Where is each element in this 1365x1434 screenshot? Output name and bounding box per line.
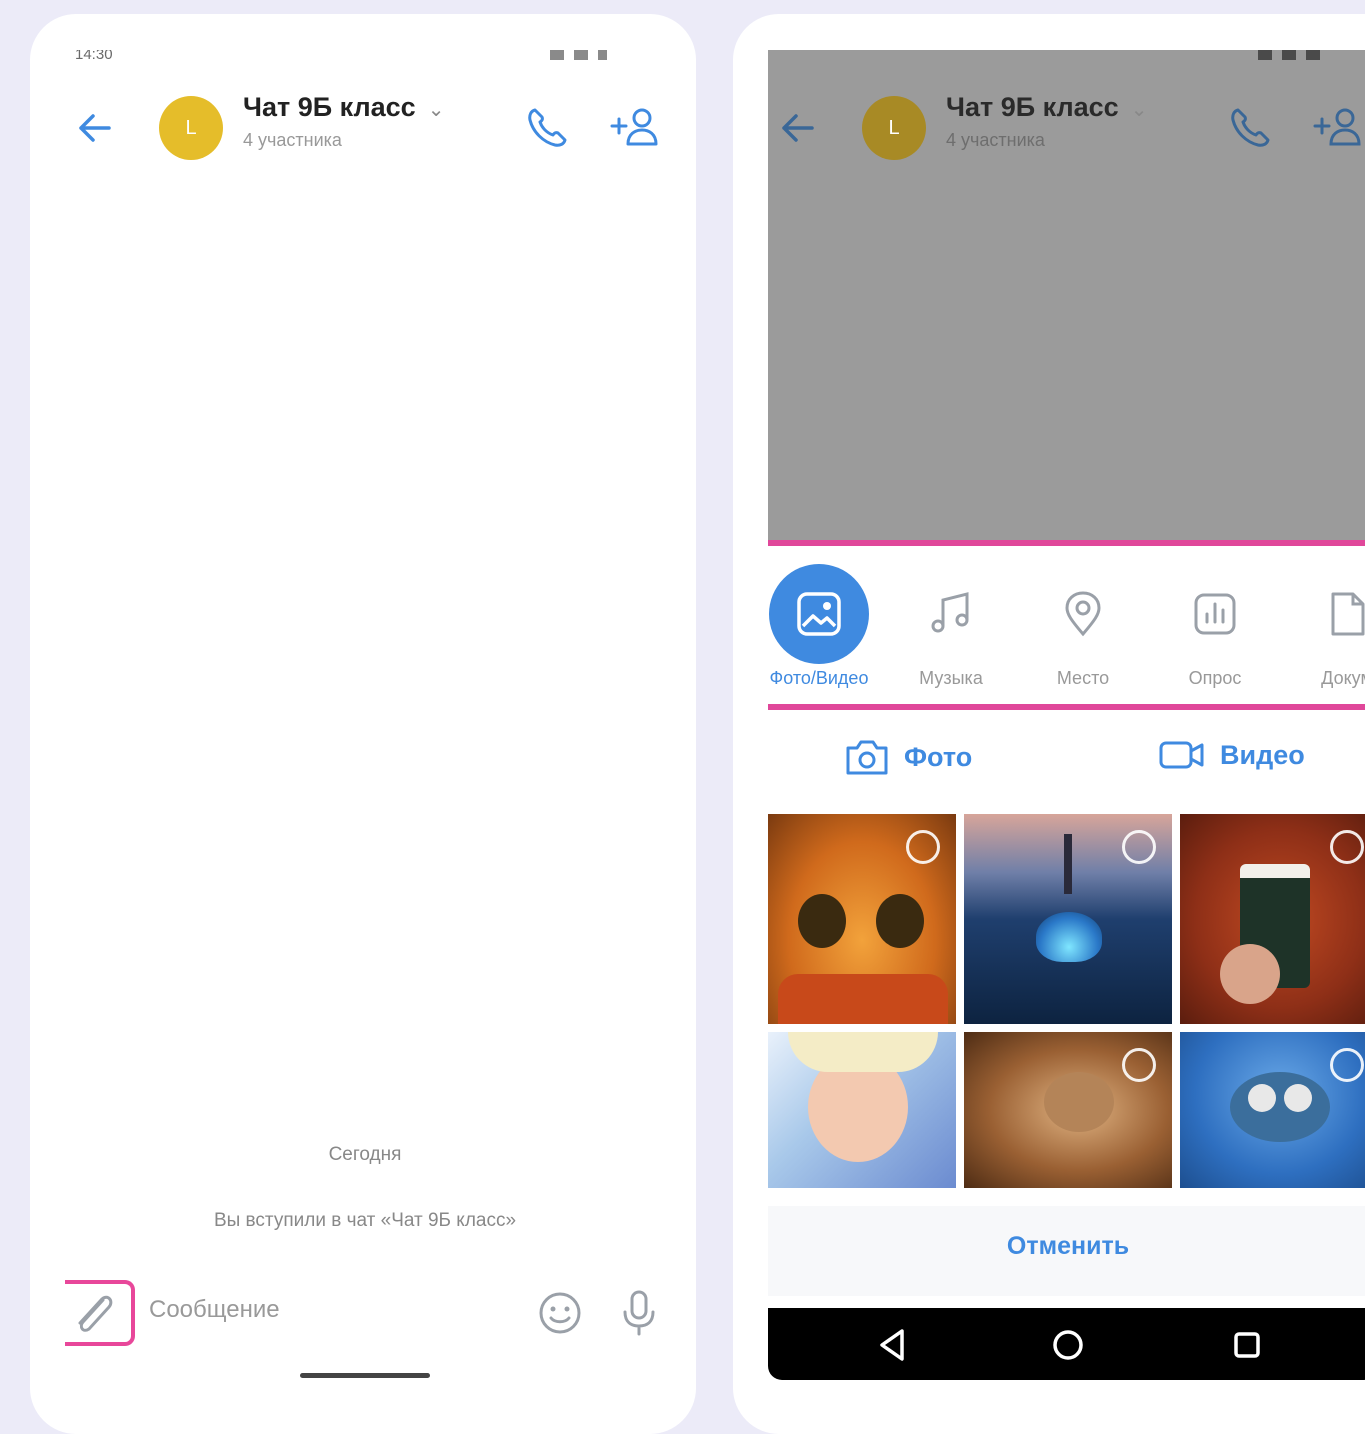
phone-call-icon[interactable] — [523, 104, 571, 152]
media-source-tabs: Фото Видео — [768, 726, 1365, 810]
chat-screen: 14:30 L Чат 9Б класс ⌄ 4 участника Сегодн… — [65, 50, 665, 1380]
attach-type-label: Опрос — [1188, 668, 1242, 688]
nav-back-icon[interactable] — [870, 1322, 916, 1368]
gallery-photo[interactable] — [1180, 814, 1365, 1024]
wifi-icon — [1282, 50, 1296, 60]
chat-avatar[interactable]: L — [159, 96, 223, 160]
cancel-row: Отменить — [768, 1206, 1365, 1296]
attach-type-document[interactable]: Докум — [1282, 564, 1365, 689]
status-icons — [1258, 50, 1320, 60]
take-photo-button[interactable]: Фото — [844, 738, 972, 776]
attach-type-poll[interactable]: Опрос — [1150, 564, 1280, 689]
document-icon — [1297, 564, 1365, 664]
chat-header: L Чат 9Б класс ⌄ 4 участника — [65, 80, 665, 180]
phone-call-icon — [1231, 108, 1270, 147]
signal-icon — [550, 50, 564, 60]
take-video-label: Видео — [1220, 739, 1305, 770]
attach-type-label: Музыка — [919, 668, 983, 688]
battery-icon — [598, 50, 607, 60]
dimmed-chat-background[interactable]: L Чат 9Б класс ⌄ 4 участника — [768, 50, 1365, 540]
right-phone-card: L Чат 9Б класс ⌄ 4 участника Фото/Видео — [733, 14, 1365, 1434]
take-video-button[interactable]: Видео — [1158, 738, 1305, 772]
system-message: Вы вступили в чат «Чат 9Б класс» — [213, 1210, 517, 1231]
emoji-icon[interactable] — [537, 1290, 583, 1336]
gallery-photo[interactable] — [768, 1032, 956, 1188]
microphone-icon[interactable] — [617, 1288, 661, 1338]
chat-title-row: Чат 9Б класс ⌄ — [946, 92, 1147, 123]
chevron-down-icon: ⌄ — [427, 99, 445, 121]
chevron-down-icon: ⌄ — [1130, 99, 1148, 121]
attach-type-music[interactable]: Музыка — [886, 564, 1016, 689]
left-phone-card: 14:30 L Чат 9Б класс ⌄ 4 участника Сегодн… — [30, 14, 696, 1434]
chat-header: L Чат 9Б класс ⌄ 4 участника — [768, 80, 1365, 180]
chat-avatar: L — [862, 96, 926, 160]
chat-title-row[interactable]: Чат 9Б класс ⌄ — [243, 92, 444, 123]
cancel-button[interactable]: Отменить — [768, 1232, 1365, 1261]
chat-member-count: 4 участника — [946, 130, 1045, 150]
gallery-photo[interactable] — [1180, 1032, 1365, 1188]
add-member-icon — [1313, 108, 1361, 146]
attach-sheet-screen: L Чат 9Б класс ⌄ 4 участника Фото/Видео — [768, 50, 1365, 1380]
chat-title: Чат 9Б класс — [946, 92, 1119, 122]
attach-type-label: Место — [1056, 668, 1110, 688]
attach-type-label: Докум — [1321, 668, 1365, 688]
nav-recents-icon[interactable] — [1224, 1322, 1270, 1368]
message-input-bar: Сообщение — [65, 1270, 665, 1350]
home-indicator — [300, 1373, 430, 1378]
gallery-photo[interactable] — [768, 814, 956, 1024]
attachment-type-row: Фото/Видео Музыка Место Опрос Доку — [768, 540, 1365, 710]
attach-type-location[interactable]: Место — [1018, 564, 1148, 689]
signal-icon — [1258, 50, 1272, 60]
select-circle[interactable] — [1330, 1048, 1364, 1082]
back-arrow-icon[interactable] — [73, 108, 117, 148]
chat-title: Чат 9Б класс — [243, 92, 416, 122]
attach-type-photo-video[interactable]: Фото/Видео — [768, 564, 884, 689]
select-circle[interactable] — [1122, 830, 1156, 864]
gallery-photo[interactable] — [964, 1032, 1172, 1188]
status-time: 14:30 — [75, 50, 113, 63]
message-input[interactable]: Сообщение — [149, 1296, 280, 1324]
nav-home-icon[interactable] — [1045, 1322, 1091, 1368]
back-arrow-icon — [782, 114, 814, 142]
image-icon — [769, 564, 869, 664]
video-camera-icon — [1159, 741, 1204, 769]
gallery-photo[interactable] — [964, 814, 1172, 1024]
paperclip-icon[interactable] — [65, 1280, 135, 1346]
day-separator: Сегодня — [328, 1144, 402, 1165]
location-pin-icon — [1033, 564, 1133, 664]
status-icons — [550, 50, 607, 60]
select-circle[interactable] — [906, 830, 940, 864]
wifi-icon — [574, 50, 588, 60]
battery-icon — [1306, 50, 1320, 60]
android-nav-bar — [768, 1308, 1365, 1380]
add-member-icon[interactable] — [609, 104, 661, 152]
take-photo-label: Фото — [904, 741, 973, 772]
poll-icon — [1165, 564, 1265, 664]
chat-member-count: 4 участника — [243, 130, 342, 150]
music-icon — [901, 564, 1001, 664]
select-circle[interactable] — [1122, 1048, 1156, 1082]
attach-type-label: Фото/Видео — [769, 668, 869, 688]
select-circle[interactable] — [1330, 830, 1364, 864]
camera-icon — [846, 740, 888, 775]
